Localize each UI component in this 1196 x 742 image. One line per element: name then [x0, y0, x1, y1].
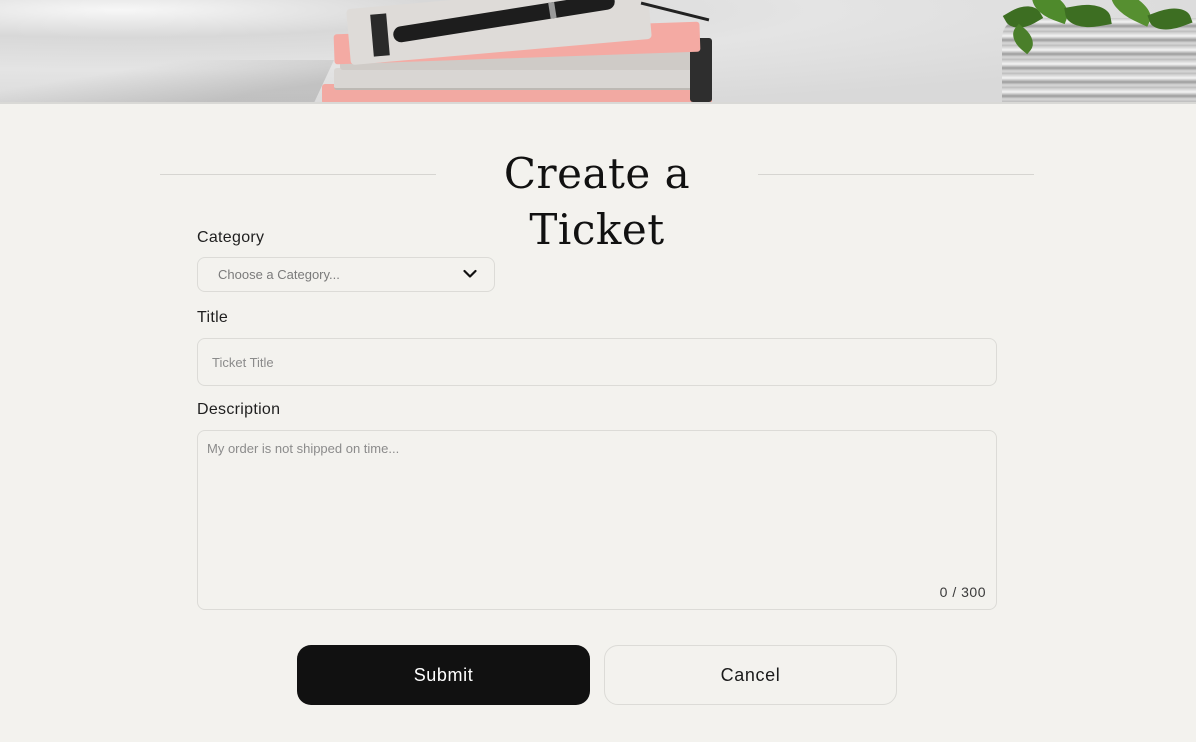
chevron-down-icon [463, 269, 477, 278]
character-counter: 0 / 300 [939, 584, 986, 600]
hero-banner-image [0, 0, 1196, 104]
description-field[interactable]: 0 / 300 [197, 430, 997, 610]
hero-shadow [0, 60, 334, 102]
description-label: Description [197, 401, 281, 418]
category-select[interactable]: Choose a Category... [197, 257, 495, 292]
ticket-title-input[interactable] [197, 338, 997, 386]
title-divider-left [160, 174, 436, 175]
cancel-button[interactable]: Cancel [604, 645, 897, 705]
title-label: Title [197, 309, 229, 326]
plant-pot [1002, 18, 1196, 102]
page-title: Create a Ticket [503, 149, 691, 254]
page-header: Create a Ticket [160, 146, 1034, 254]
submit-button[interactable]: Submit [297, 645, 590, 705]
description-textarea[interactable] [198, 431, 996, 581]
title-divider-right [758, 174, 1034, 175]
category-placeholder: Choose a Category... [218, 267, 340, 282]
notebook [334, 68, 708, 90]
category-label: Category [197, 229, 265, 246]
